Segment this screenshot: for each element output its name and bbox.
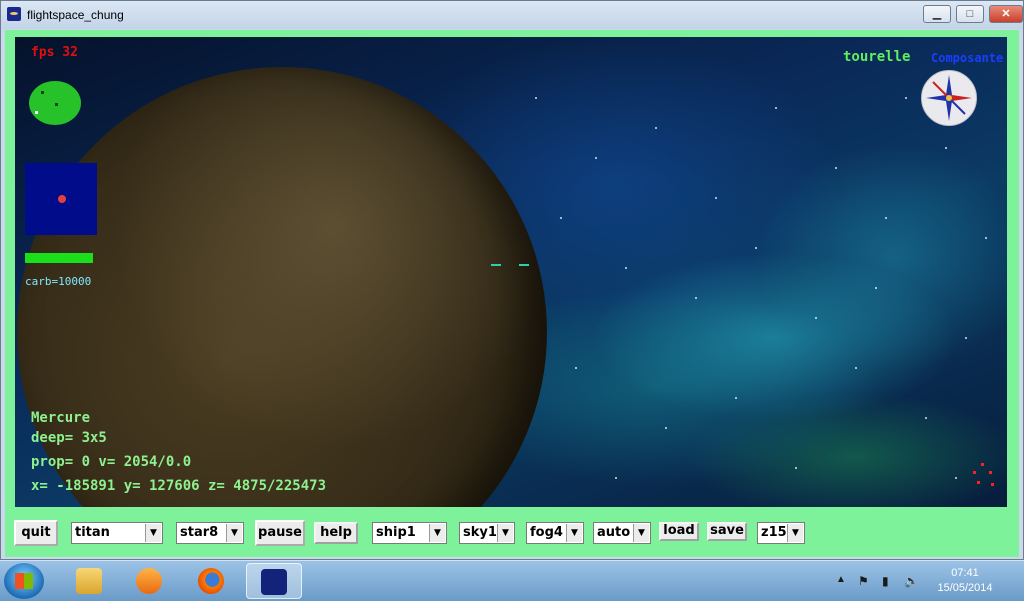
network-icon[interactable]: ▮ (882, 574, 889, 588)
file-explorer-icon (76, 568, 102, 594)
mode-select-value: auto (597, 525, 631, 540)
volume-icon[interactable]: 🔈 (904, 574, 919, 588)
ship-select[interactable]: ship1 ▼ (372, 522, 447, 544)
chevron-down-icon: ▼ (787, 524, 803, 542)
window-title: flightspace_chung (27, 8, 124, 22)
fog-select[interactable]: fog4 ▼ (526, 522, 584, 544)
taskbar-file-explorer[interactable] (62, 563, 118, 599)
system-clock[interactable]: 07:41 15/05/2014 (930, 566, 1000, 596)
chevron-down-icon: ▼ (633, 524, 649, 542)
firefox-icon (198, 568, 224, 594)
pause-button[interactable]: pause (255, 520, 305, 546)
crosshair-right (519, 264, 529, 266)
compass-icon (921, 70, 977, 126)
fps-counter: fps 32 (31, 45, 78, 60)
chevron-down-icon: ▼ (566, 524, 582, 542)
deep-readout: deep= 3x5 (31, 430, 107, 446)
taskbar-media-player[interactable] (122, 563, 178, 599)
mode-select[interactable]: auto ▼ (593, 522, 651, 544)
taskbar: ▲ ⚑ ▮ 🔈 07:41 15/05/2014 (0, 560, 1024, 601)
ship-select-value: ship1 (376, 525, 416, 540)
chevron-down-icon: ▼ (226, 524, 242, 542)
tourelle-mode: Composante (931, 51, 1004, 65)
help-button[interactable]: help (314, 522, 358, 544)
zoom-select[interactable]: z15 ▼ (757, 522, 805, 544)
media-player-icon (136, 568, 162, 594)
clock-date: 15/05/2014 (937, 582, 993, 594)
fog-select-value: fog4 (530, 525, 563, 540)
minimize-button[interactable]: ▁ (923, 5, 951, 23)
planet-name: Mercure (31, 410, 91, 426)
app-icon (7, 7, 21, 21)
crosshair-left (491, 264, 501, 266)
carb-readout: carb=10000 (25, 275, 92, 288)
app-window: flightspace_chung ▁ □ ✕ fps 32 carb=1000… (0, 0, 1024, 560)
clock-time: 07:41 (951, 567, 979, 579)
star-select-value: star8 (180, 525, 219, 540)
zoom-select-value: z15 (761, 525, 787, 540)
fuel-bar (25, 253, 93, 263)
quit-button[interactable]: quit (14, 520, 58, 546)
flightspace-app-icon (261, 569, 287, 595)
action-center-flag-icon[interactable]: ⚑ (858, 574, 869, 588)
sky-select-value: sky1 (463, 525, 497, 540)
taskbar-flightspace[interactable] (246, 563, 302, 599)
coordinates-readout: x= -185891 y= 127606 z= 4875/225473 (31, 478, 327, 494)
chevron-down-icon: ▼ (145, 524, 161, 542)
sky-select[interactable]: sky1 ▼ (459, 522, 515, 544)
client-area: fps 32 carb=10000 tourelle Composante Me… (5, 30, 1019, 557)
chevron-down-icon: ▼ (429, 524, 445, 542)
chevron-down-icon: ▼ (497, 524, 513, 542)
maximize-button[interactable]: □ (956, 5, 984, 23)
minimap-position-marker (58, 195, 66, 203)
game-viewport[interactable]: fps 32 carb=10000 tourelle Composante Me… (15, 37, 1007, 507)
propulsion-velocity-readout: prop= 0 v= 2054/0.0 (31, 454, 192, 470)
radar-icon (29, 81, 81, 125)
windows-logo-icon (15, 573, 33, 589)
star-select[interactable]: star8 ▼ (176, 522, 244, 544)
close-button[interactable]: ✕ (989, 5, 1023, 23)
target-marker-icon (971, 463, 995, 489)
minimap (25, 163, 97, 235)
planet-select-value: titan (75, 525, 110, 540)
save-button[interactable]: save (707, 522, 747, 541)
start-button[interactable] (4, 563, 44, 599)
planet-select[interactable]: titan ▼ (71, 522, 163, 544)
title-bar[interactable]: flightspace_chung ▁ □ ✕ (1, 1, 1023, 29)
show-hidden-icons-icon[interactable]: ▲ (836, 574, 846, 585)
tourelle-label: tourelle (843, 49, 911, 65)
load-button[interactable]: load (659, 522, 699, 541)
taskbar-firefox[interactable] (184, 563, 240, 599)
